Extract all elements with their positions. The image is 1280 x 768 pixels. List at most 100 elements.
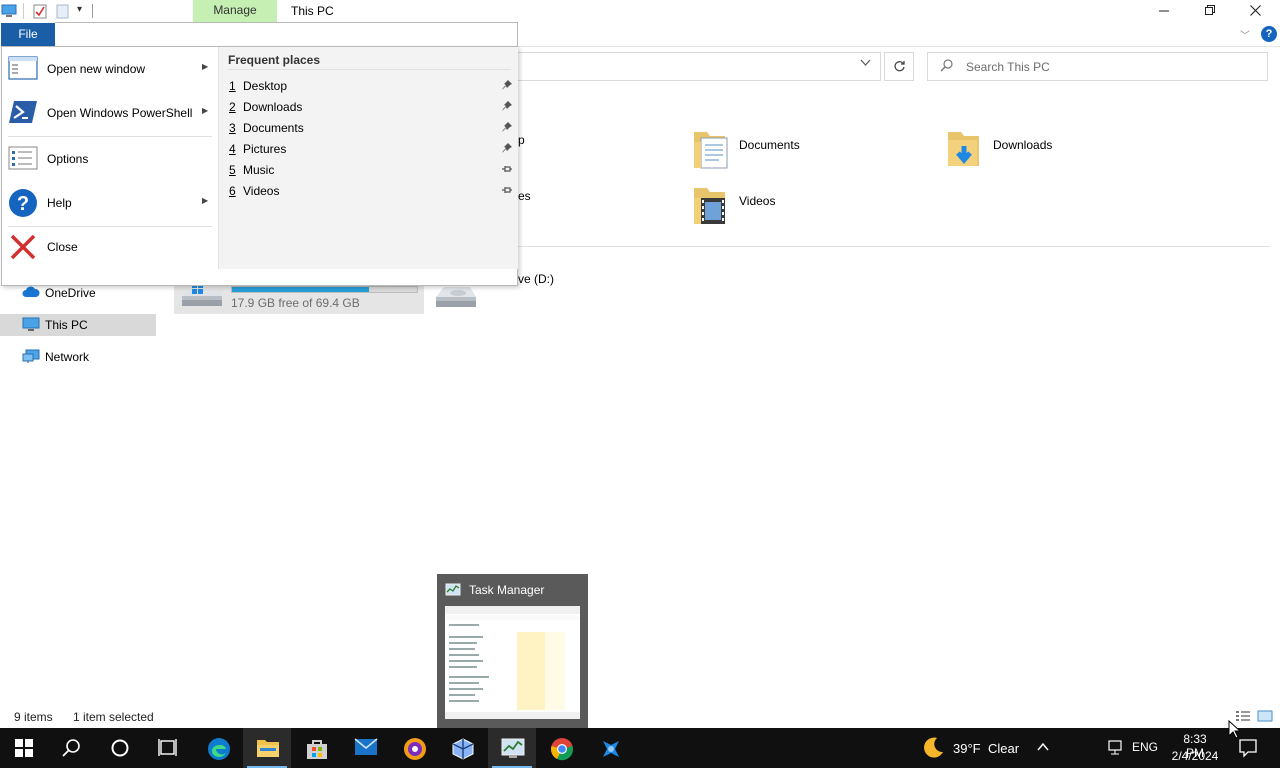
network-icon[interactable]	[1106, 740, 1124, 759]
frequent-item-pictures[interactable]: 4 Pictures	[227, 139, 515, 159]
submenu-arrow-icon: ▶	[202, 196, 209, 205]
pinned-icon[interactable]	[501, 100, 513, 112]
frequent-item-videos[interactable]: 6 Videos	[227, 181, 515, 201]
desktop-folder-label-fragment[interactable]: p	[518, 133, 525, 147]
help-icon: ?	[8, 189, 38, 217]
windows-logo-icon	[15, 739, 33, 757]
frequent-item-music[interactable]: 5 Music	[227, 160, 515, 180]
folder-videos[interactable]: Videos	[693, 184, 843, 232]
minimize-button[interactable]	[1141, 0, 1187, 22]
drive-c-free-space: 17.9 GB free of 69.4 GB	[231, 296, 360, 310]
frequent-places-heading: Frequent places	[228, 53, 321, 67]
file-menu-commands: Open new window ▶ Open Windows PowerShel…	[2, 47, 218, 269]
restore-icon	[1204, 5, 1215, 15]
menu-item-label: Open new window	[47, 62, 146, 76]
frequent-item-label: Documents	[243, 121, 304, 135]
mail-icon	[354, 738, 378, 755]
task-manager-button[interactable]	[488, 728, 536, 768]
drive-d-label-fragment[interactable]: ve (D:)	[518, 272, 554, 286]
menu-item-label: Options	[47, 152, 89, 166]
edge-icon	[208, 738, 230, 760]
chevron-down-icon[interactable]	[860, 58, 871, 70]
frequent-item-downloads[interactable]: 2 Downloads	[227, 97, 515, 117]
large-icons-view-icon[interactable]	[1257, 709, 1273, 723]
restore-button[interactable]	[1187, 0, 1233, 22]
pinned-icon[interactable]	[501, 142, 513, 154]
drive-d-icon[interactable]	[434, 283, 478, 307]
store-button[interactable]	[292, 728, 340, 768]
nav-item-label: This PC	[45, 318, 88, 332]
unpinned-icon[interactable]	[501, 184, 513, 196]
menu-item-close[interactable]: Close	[2, 225, 218, 269]
file-explorer-button[interactable]	[243, 728, 291, 768]
tab-manage[interactable]: Manage	[193, 0, 277, 22]
pinned-icon[interactable]	[501, 79, 513, 91]
computer-icon	[22, 317, 40, 333]
mail-button[interactable]	[341, 728, 389, 768]
submenu-arrow-icon: ▶	[202, 106, 209, 115]
folder-downloads[interactable]: Downloads	[947, 128, 1097, 176]
menu-item-open-powershell[interactable]: Open Windows PowerShell ▶	[2, 91, 218, 135]
menu-item-help[interactable]: ? Help ▶	[2, 181, 218, 225]
cortana-button[interactable]	[96, 728, 144, 768]
unpinned-icon[interactable]	[501, 163, 513, 175]
menu-item-options[interactable]: Options	[2, 137, 218, 181]
properties-icon[interactable]	[33, 4, 47, 19]
task-view-button[interactable]	[144, 728, 192, 768]
input-language[interactable]: ENG	[1132, 740, 1158, 754]
start-button[interactable]	[0, 728, 48, 768]
window-title: This PC	[291, 4, 334, 18]
close-button[interactable]	[1232, 0, 1278, 22]
brave-button[interactable]	[390, 728, 438, 768]
frequent-item-label: Downloads	[243, 100, 303, 114]
nav-item-this-pc[interactable]: This PC	[0, 314, 156, 336]
menu-item-open-new-window[interactable]: Open new window ▶	[2, 47, 218, 91]
pinned-icon[interactable]	[501, 121, 513, 133]
app-button[interactable]	[586, 728, 634, 768]
folder-documents[interactable]: Documents	[693, 128, 843, 176]
clock-date[interactable]: 2/4/2024	[1167, 749, 1223, 763]
edge-button[interactable]	[194, 728, 242, 768]
cube-icon	[452, 738, 474, 760]
network-icon	[22, 349, 40, 365]
folder-label: Documents	[739, 138, 800, 152]
menu-item-label: Close	[47, 240, 78, 254]
file-menu: Open new window ▶ Open Windows PowerShel…	[1, 46, 518, 286]
frequent-item-number: 3	[229, 121, 236, 135]
chevron-up-icon[interactable]	[1036, 740, 1050, 757]
cortana-icon	[111, 739, 129, 757]
help-icon[interactable]: ?	[1261, 26, 1277, 42]
notifications-icon[interactable]	[1238, 738, 1258, 761]
customize-quick-access-icon[interactable]: ▾	[77, 4, 82, 15]
frequent-places-panel: Frequent places 1 Desktop 2 Downloads 3 …	[218, 47, 518, 269]
weather-moon-icon[interactable]	[921, 736, 945, 763]
task-manager-icon	[501, 738, 525, 758]
frequent-item-documents[interactable]: 3 Documents	[227, 118, 515, 138]
task-manager-thumbnail[interactable]: Task Manager	[437, 574, 588, 728]
search-input[interactable]	[966, 53, 1256, 80]
expand-ribbon-icon[interactable]: ﹀	[1240, 27, 1250, 42]
computer-icon[interactable]	[1, 4, 17, 18]
virtualbox-button[interactable]	[438, 728, 486, 768]
nav-item-label: OneDrive	[45, 286, 96, 300]
pictures-folder-label-fragment[interactable]: es	[518, 189, 531, 203]
new-folder-icon[interactable]	[56, 4, 70, 19]
search-taskbar-button[interactable]	[48, 728, 96, 768]
chrome-button[interactable]	[537, 728, 585, 768]
nav-item-network[interactable]: Network	[0, 346, 156, 368]
address-bar[interactable]	[518, 52, 881, 81]
onedrive-icon	[22, 285, 40, 301]
close-icon	[1249, 5, 1261, 16]
submenu-arrow-icon: ▶	[202, 62, 209, 71]
documents-folder-icon	[693, 128, 731, 170]
frequent-item-desktop[interactable]: 1 Desktop	[227, 76, 515, 96]
tab-file[interactable]: File	[1, 23, 55, 46]
weather-description[interactable]: Clear	[988, 741, 1019, 756]
folder-icon	[257, 740, 279, 757]
task-manager-icon	[445, 582, 461, 598]
frequent-item-label: Videos	[243, 184, 280, 198]
drive-c-usage-fill	[232, 287, 369, 292]
refresh-button[interactable]	[884, 52, 914, 81]
frequent-item-number: 6	[229, 184, 236, 198]
weather-temperature[interactable]: 39°F	[953, 741, 981, 756]
